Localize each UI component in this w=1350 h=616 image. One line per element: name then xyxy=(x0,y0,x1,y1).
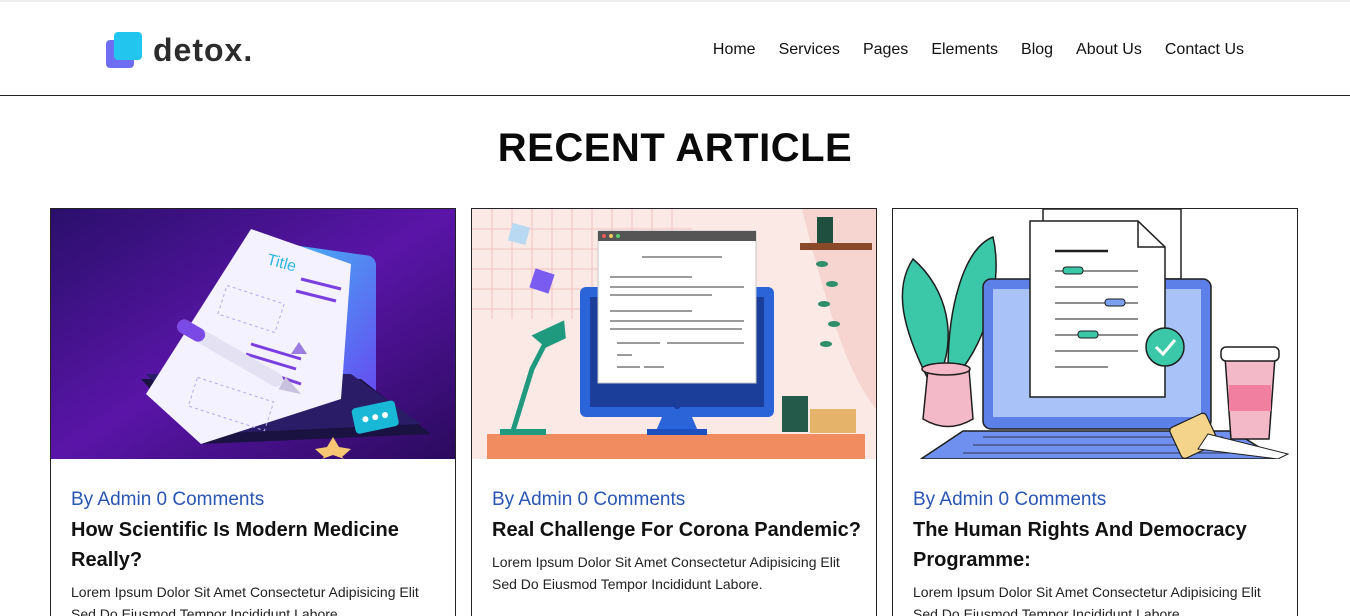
nav-about-us[interactable]: About Us xyxy=(1076,40,1142,60)
article-card[interactable]: By Admin 0 Comments Real Challenge For C… xyxy=(471,208,877,616)
article-title[interactable]: Real Challenge For Corona Pandemic? xyxy=(492,515,862,545)
article-title[interactable]: How Scientific Is Modern Medicine Really… xyxy=(71,515,441,575)
article-card[interactable]: Title By Admin 0 Comments How Scientific… xyxy=(50,208,456,616)
article-excerpt: Lorem Ipsum Dolor Sit Amet Consectetur A… xyxy=(71,584,419,616)
article-thumbnail[interactable]: Title xyxy=(51,209,455,459)
main-nav: Home Services Pages Elements Blog About … xyxy=(690,40,1244,60)
article-thumbnail[interactable] xyxy=(893,209,1297,459)
article-thumbnail[interactable] xyxy=(472,209,876,459)
logo-icon xyxy=(105,31,143,69)
site-header: detox. Home Services Pages Elements Blog… xyxy=(0,0,1350,96)
nav-pages[interactable]: Pages xyxy=(863,40,908,60)
logo[interactable]: detox. xyxy=(105,30,253,70)
nav-blog[interactable]: Blog xyxy=(1021,40,1053,60)
nav-services[interactable]: Services xyxy=(779,40,840,60)
article-title[interactable]: The Human Rights And Democracy Programme… xyxy=(913,515,1283,575)
nav-contact-us[interactable]: Contact Us xyxy=(1165,40,1244,60)
section-title: RECENT ARTICLE xyxy=(497,126,853,170)
nav-elements[interactable]: Elements xyxy=(931,40,998,60)
article-meta[interactable]: By Admin 0 Comments xyxy=(71,489,264,511)
article-meta[interactable]: By Admin 0 Comments xyxy=(492,489,685,511)
article-excerpt: Lorem Ipsum Dolor Sit Amet Consectetur A… xyxy=(913,584,1261,616)
article-excerpt: Lorem Ipsum Dolor Sit Amet Consectetur A… xyxy=(492,554,840,592)
article-card[interactable]: By Admin 0 Comments The Human Rights And… xyxy=(892,208,1298,616)
nav-home[interactable]: Home xyxy=(713,40,756,60)
article-meta[interactable]: By Admin 0 Comments xyxy=(913,489,1106,511)
logo-text: detox. xyxy=(153,31,254,68)
